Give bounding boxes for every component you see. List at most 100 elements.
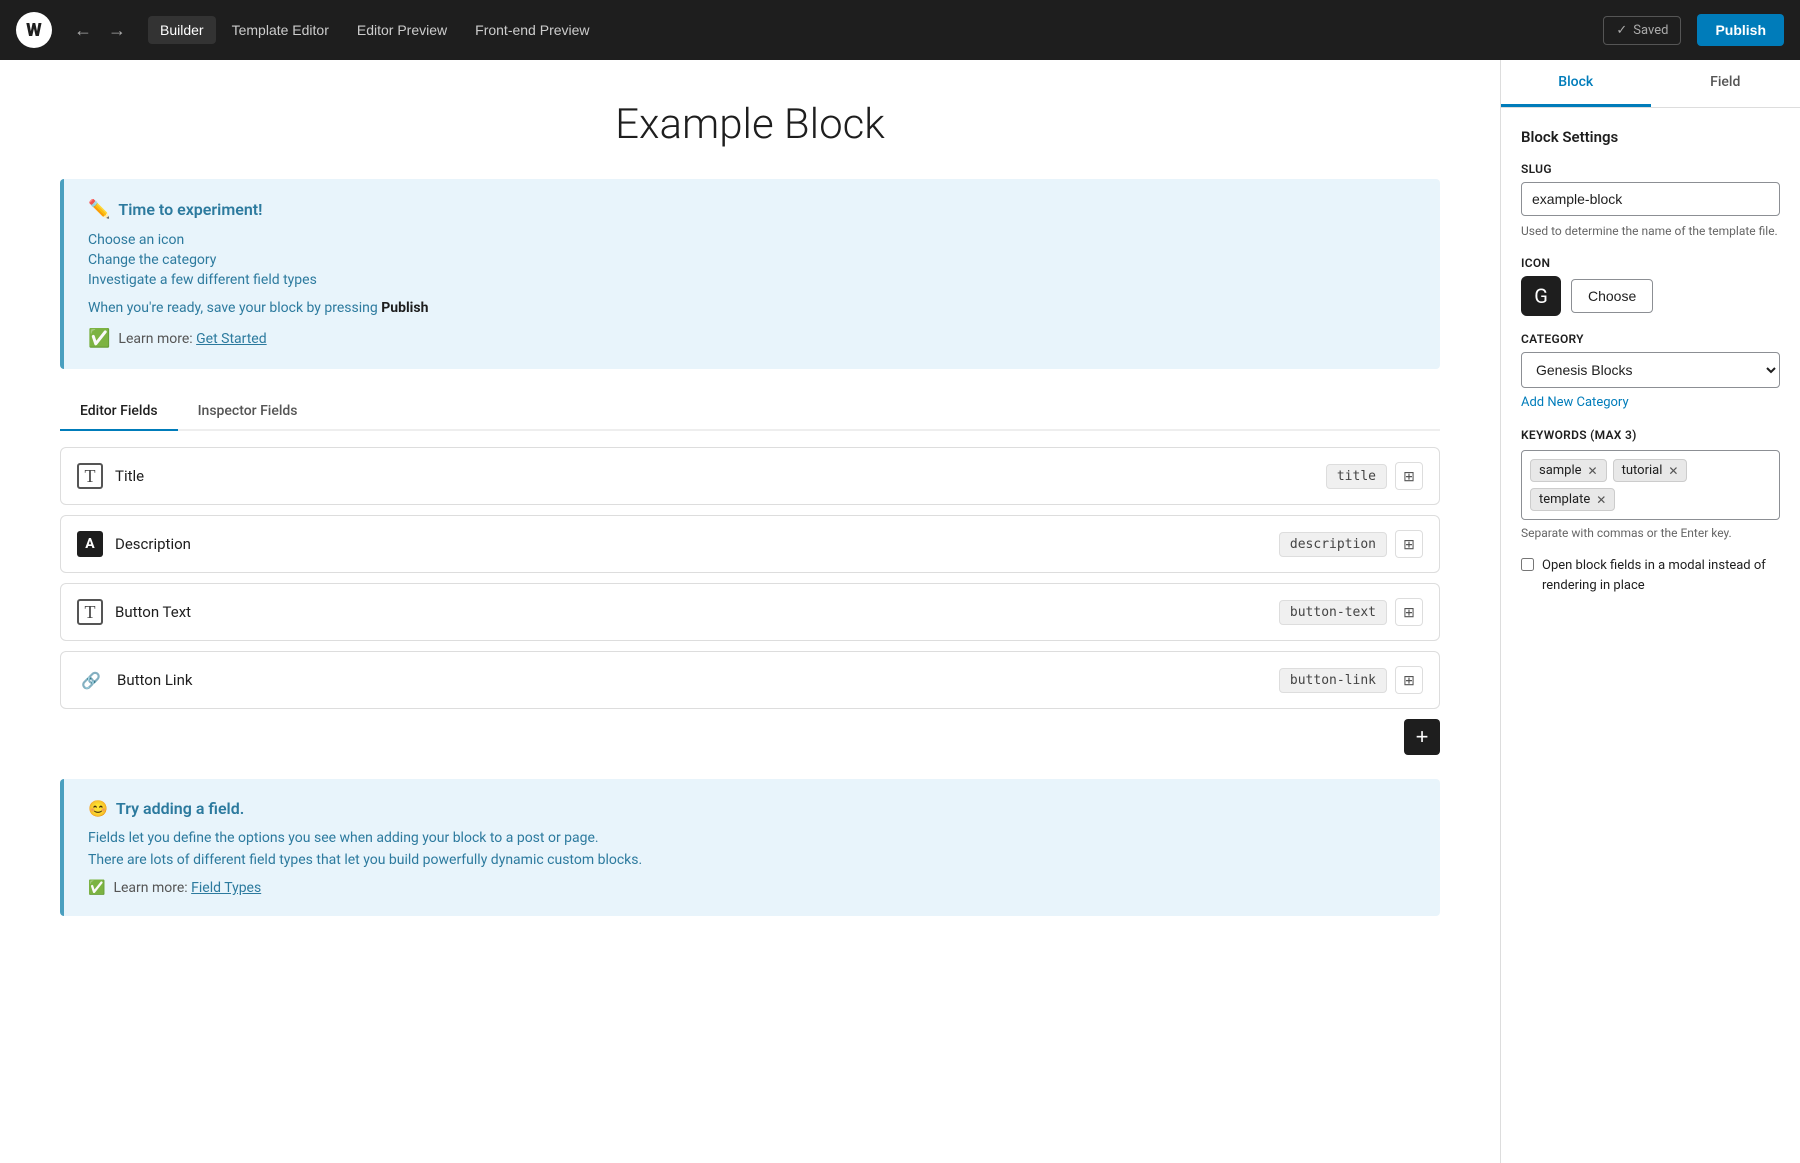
try-heading: Try adding a field. xyxy=(116,799,244,818)
field-label-description: Description xyxy=(115,535,191,553)
field-row-left: 🔗 Button Link xyxy=(77,666,192,694)
field-icon-description: A xyxy=(77,531,103,557)
slug-hint: Used to determine the name of the templa… xyxy=(1521,222,1780,240)
info-box: ✏️ Time to experiment! Choose an icon Ch… xyxy=(60,179,1440,369)
keywords-container[interactable]: sample ✕ tutorial ✕ template ✕ xyxy=(1521,450,1780,520)
list-item: Choose an icon xyxy=(88,232,1416,248)
field-row-description: A Description description ⊞ xyxy=(60,515,1440,573)
icon-label: Icon xyxy=(1521,256,1780,270)
tab-template-editor[interactable]: Template Editor xyxy=(220,16,341,44)
try-box: 😊 Try adding a field. Fields let you def… xyxy=(60,779,1440,916)
modal-checkbox-label: Open block fields in a modal instead of … xyxy=(1542,556,1780,595)
list-item: Investigate a few different field types xyxy=(88,272,1416,288)
sidebar-tab-field[interactable]: Field xyxy=(1651,60,1800,107)
wp-logo: W xyxy=(16,12,52,48)
block-settings-title: Block Settings xyxy=(1521,128,1780,146)
tab-inspector-fields[interactable]: Inspector Fields xyxy=(178,393,318,431)
tab-frontend-preview[interactable]: Front-end Preview xyxy=(463,16,601,44)
try-emoji: 😊 xyxy=(88,799,108,818)
try-check-icon: ✅ xyxy=(88,880,105,896)
back-button[interactable]: ← xyxy=(68,16,98,45)
keyword-remove-template[interactable]: ✕ xyxy=(1596,493,1606,507)
publish-button[interactable]: Publish xyxy=(1697,14,1784,46)
field-slug-button-text: button-text xyxy=(1279,600,1387,625)
try-box-title: 😊 Try adding a field. xyxy=(88,799,1416,818)
add-field-button[interactable]: + xyxy=(1404,719,1440,755)
page-title: Example Block xyxy=(60,100,1440,149)
saved-label: Saved xyxy=(1633,23,1668,38)
field-row-button-text: T Button Text button-text ⊞ xyxy=(60,583,1440,641)
keyword-text: tutorial xyxy=(1622,463,1663,478)
saved-indicator: ✓ Saved xyxy=(1603,16,1681,45)
field-row-right: title ⊞ xyxy=(1326,462,1423,490)
field-slug-title: title xyxy=(1326,464,1387,489)
icon-preview-glyph: G xyxy=(1534,284,1548,308)
modal-checkbox-row: Open block fields in a modal instead of … xyxy=(1521,556,1780,595)
keywords-label: KEYWORDS (MAX 3) xyxy=(1521,428,1780,442)
add-field-row: + xyxy=(60,719,1440,755)
tab-editor-fields[interactable]: Editor Fields xyxy=(60,393,178,431)
sidebar-tab-block[interactable]: Block xyxy=(1501,60,1651,107)
tab-editor-preview[interactable]: Editor Preview xyxy=(345,16,459,44)
field-row-right: button-link ⊞ xyxy=(1279,666,1423,694)
check-circle-icon: ✅ xyxy=(88,328,110,349)
field-action-title[interactable]: ⊞ xyxy=(1395,462,1423,490)
modal-checkbox[interactable] xyxy=(1521,558,1534,571)
check-icon: ✓ xyxy=(1616,23,1627,38)
sidebar: Block Field Block Settings Slug Used to … xyxy=(1500,60,1800,1163)
field-action-description[interactable]: ⊞ xyxy=(1395,530,1423,558)
field-label-button-text: Button Text xyxy=(115,603,191,621)
try-learn-text: Learn more: Field Types xyxy=(113,880,261,896)
topnav: W ← → Builder Template Editor Editor Pre… xyxy=(0,0,1800,60)
keyword-remove-sample[interactable]: ✕ xyxy=(1588,464,1598,478)
field-row-left: T Title xyxy=(77,463,144,489)
layout: Example Block ✏️ Time to experiment! Cho… xyxy=(0,60,1800,1163)
learn-more-text: Learn more: Get Started xyxy=(118,331,266,347)
keyword-tag-template: template ✕ xyxy=(1530,488,1615,511)
list-item: Change the category xyxy=(88,252,1416,268)
field-slug-button-link: button-link xyxy=(1279,668,1387,693)
category-label: Category xyxy=(1521,332,1780,346)
icon-preview: G xyxy=(1521,276,1561,316)
info-box-list: Choose an icon Change the category Inves… xyxy=(88,232,1416,288)
try-line-1: Fields let you define the options you se… xyxy=(88,830,1416,846)
field-label-button-link: Button Link xyxy=(117,671,192,689)
field-label-title: Title xyxy=(115,467,144,485)
forward-button[interactable]: → xyxy=(102,16,132,45)
publish-bold: Publish xyxy=(381,300,428,316)
get-started-link[interactable]: Get Started xyxy=(196,331,267,347)
add-new-category-link[interactable]: Add New Category xyxy=(1521,395,1629,410)
keyword-text: template xyxy=(1539,492,1590,507)
field-tabs: Editor Fields Inspector Fields xyxy=(60,393,1440,431)
field-row-left: A Description xyxy=(77,531,191,557)
keyword-text: sample xyxy=(1539,463,1582,478)
sidebar-body: Block Settings Slug Used to determine th… xyxy=(1501,108,1800,627)
keywords-hint: Separate with commas or the Enter key. xyxy=(1521,526,1780,540)
sidebar-tabs: Block Field xyxy=(1501,60,1800,108)
nav-arrows: ← → xyxy=(68,16,132,45)
choose-icon-button[interactable]: Choose xyxy=(1571,279,1653,313)
field-icon-title: T xyxy=(77,463,103,489)
field-row-title: T Title title ⊞ xyxy=(60,447,1440,505)
field-action-button-text[interactable]: ⊞ xyxy=(1395,598,1423,626)
keyword-tag-tutorial: tutorial ✕ xyxy=(1613,459,1688,482)
field-row-button-link: 🔗 Button Link button-link ⊞ xyxy=(60,651,1440,709)
publish-note: When you're ready, save your block by pr… xyxy=(88,300,1416,316)
main-content: Example Block ✏️ Time to experiment! Cho… xyxy=(0,60,1500,1163)
field-row-left: T Button Text xyxy=(77,599,191,625)
try-learn-more: ✅ Learn more: Field Types xyxy=(88,880,1416,896)
keyword-tag-sample: sample ✕ xyxy=(1530,459,1607,482)
category-select[interactable]: Genesis Blocks Common Formatting Layout … xyxy=(1521,352,1780,388)
nav-tabs: Builder Template Editor Editor Preview F… xyxy=(148,16,602,44)
field-slug-description: description xyxy=(1279,532,1387,557)
slug-input[interactable] xyxy=(1521,182,1780,216)
try-line-2: There are lots of different field types … xyxy=(88,852,1416,868)
tab-builder[interactable]: Builder xyxy=(148,16,216,44)
keyword-remove-tutorial[interactable]: ✕ xyxy=(1668,464,1678,478)
field-row-right: description ⊞ xyxy=(1279,530,1423,558)
field-types-link[interactable]: Field Types xyxy=(191,880,261,896)
field-action-button-link[interactable]: ⊞ xyxy=(1395,666,1423,694)
field-row-right: button-text ⊞ xyxy=(1279,598,1423,626)
learn-more-row: ✅ Learn more: Get Started xyxy=(88,328,1416,349)
slug-label: Slug xyxy=(1521,162,1780,176)
